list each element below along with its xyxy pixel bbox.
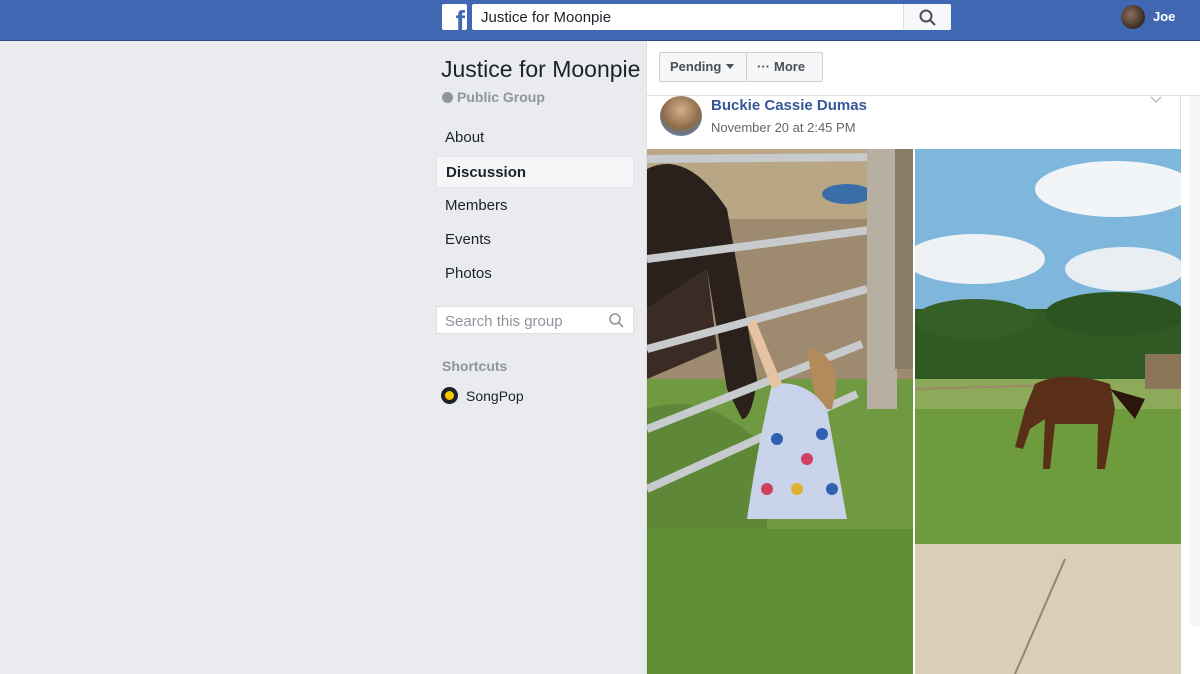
shortcut-label: SongPop (466, 388, 524, 404)
user-name: Joe (1153, 9, 1176, 24)
more-label: More (774, 59, 806, 74)
action-bar: Pending ··· More (647, 41, 1200, 96)
globe-icon (442, 92, 453, 103)
discussion-panel: Pending ··· More Buckie Cassie Dumas Nove… (646, 41, 1200, 674)
post-photo[interactable] (915, 149, 1181, 674)
top-navigation-bar: f Joe (0, 0, 1200, 41)
nav-item-members[interactable]: Members (436, 190, 634, 222)
global-search-input[interactable] (472, 4, 902, 30)
facebook-logo-icon[interactable]: f (442, 4, 467, 30)
group-privacy-label: Public Group (457, 89, 545, 105)
caret-down-icon (726, 64, 735, 69)
post-timestamp[interactable]: November 20 at 2:45 PM (711, 120, 856, 135)
shortcuts-heading: Shortcuts (442, 358, 508, 374)
photo-horse-grazing (915, 149, 1181, 674)
post-photo[interactable] (647, 149, 913, 674)
nav-item-about[interactable]: About (436, 122, 634, 154)
chevron-down-icon[interactable] (1150, 96, 1162, 104)
group-search-input[interactable] (437, 307, 607, 335)
nav-item-photos[interactable]: Photos (436, 258, 634, 290)
nav-item-events[interactable]: Events (436, 224, 634, 256)
group-privacy: Public Group (442, 89, 545, 105)
search-button[interactable] (903, 4, 951, 30)
photo-girl-horse-gate (647, 149, 913, 674)
post-author[interactable]: Buckie Cassie Dumas (711, 97, 867, 114)
post-author-avatar[interactable] (660, 96, 702, 136)
global-search (472, 4, 951, 30)
avatar (1121, 5, 1145, 29)
ellipsis-icon: ··· (757, 59, 770, 74)
pending-button[interactable]: Pending (659, 52, 747, 82)
songpop-icon (441, 387, 458, 404)
group-search (436, 306, 634, 335)
group-title[interactable]: Justice for Moonpie (441, 56, 640, 83)
nav-item-discussion[interactable]: Discussion (436, 156, 634, 188)
search-icon[interactable] (609, 313, 624, 328)
group-nav: About Discussion Members Events Photos (436, 122, 634, 292)
more-button[interactable]: ··· More (746, 52, 823, 82)
search-icon (919, 9, 936, 26)
post: Buckie Cassie Dumas November 20 at 2:45 … (647, 96, 1181, 674)
pending-label: Pending (670, 59, 722, 74)
scrollbar[interactable] (1190, 96, 1200, 626)
